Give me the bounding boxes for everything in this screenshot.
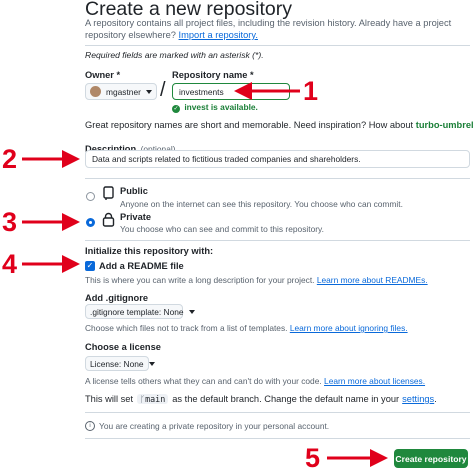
annotation-number-1: 1 [303,76,319,106]
annotation-number-4: 4 [2,249,18,279]
annotation-number-5: 5 [305,443,321,473]
annotation-number-3: 3 [2,207,18,237]
annotation-arrows [22,82,388,467]
annotation-number-2: 2 [2,144,18,174]
